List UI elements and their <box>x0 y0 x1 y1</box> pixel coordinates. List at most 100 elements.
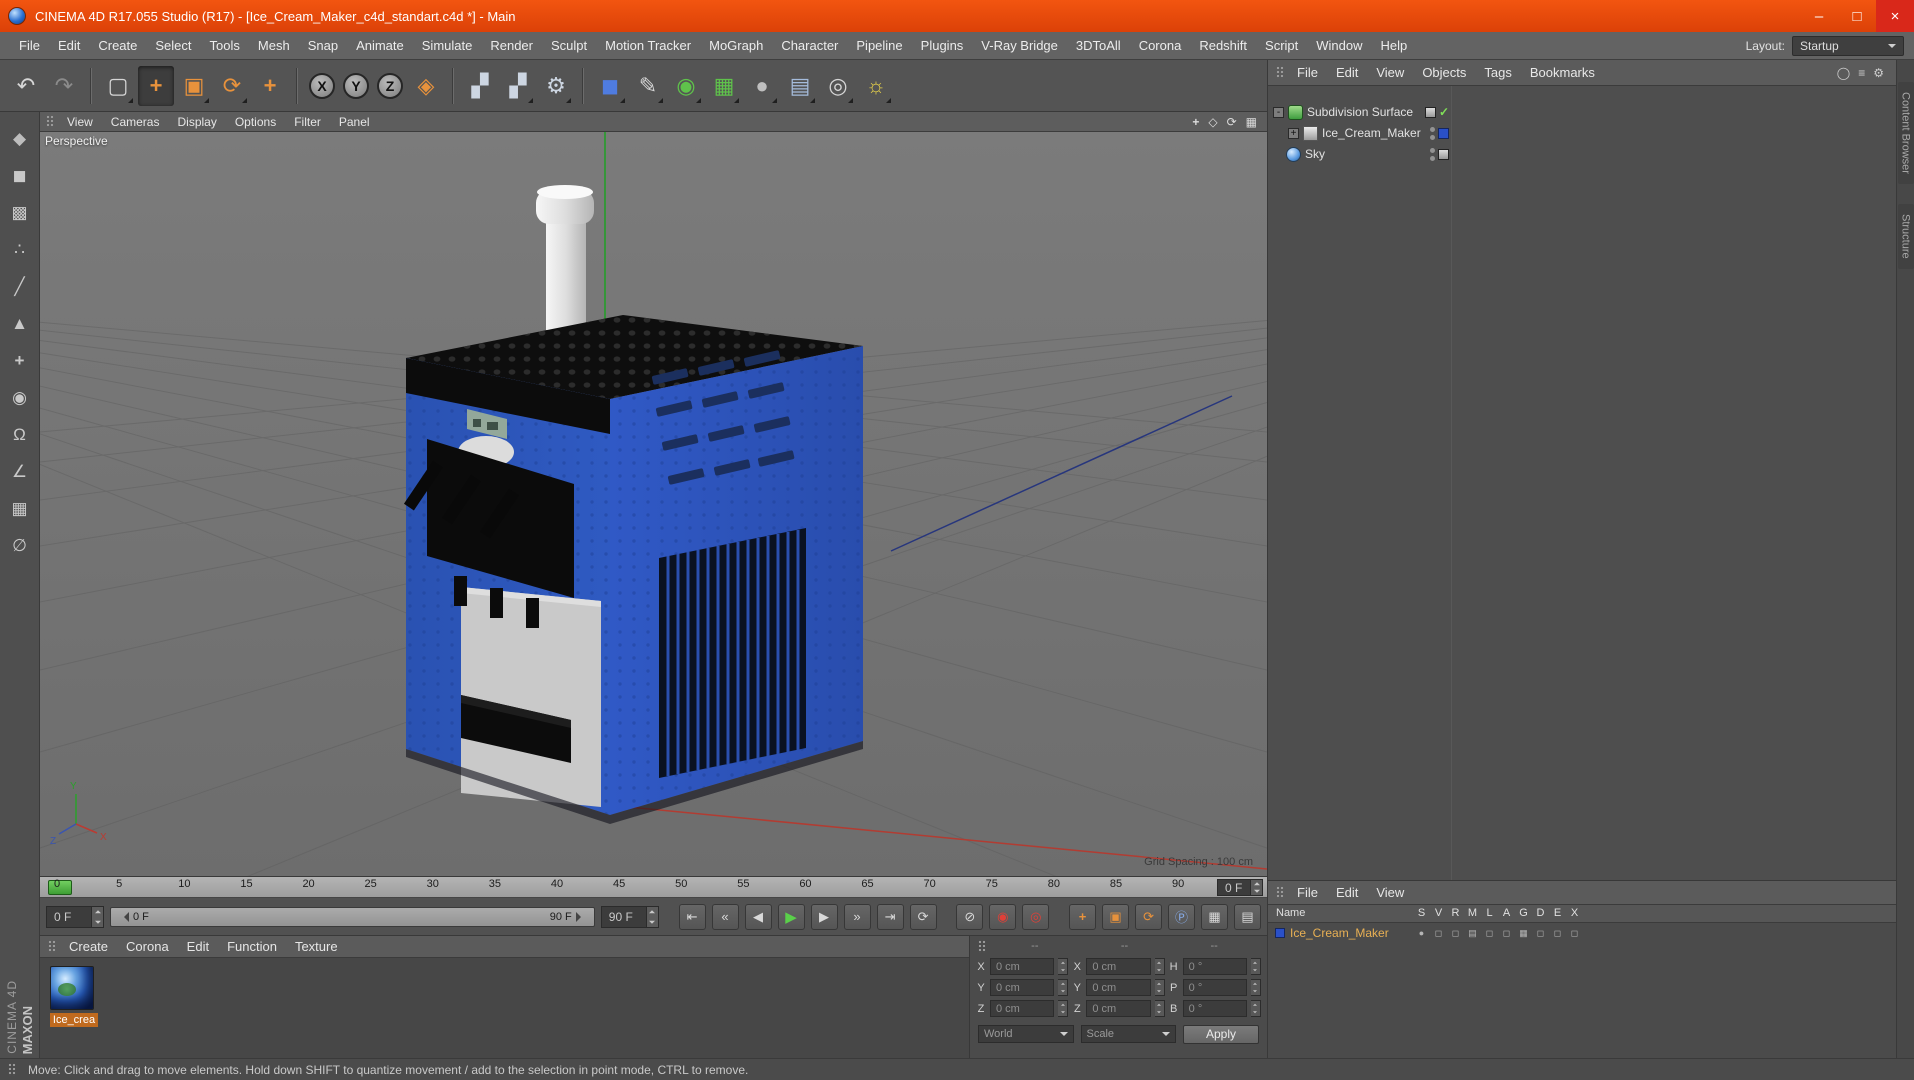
layer-column-header[interactable]: A <box>1498 907 1515 919</box>
material-menu-item[interactable]: Corona <box>117 939 178 954</box>
object-manager-menu-item[interactable]: File <box>1288 65 1327 80</box>
axis-x-button[interactable]: X <box>309 72 335 99</box>
no-solo-button[interactable]: ⊘ <box>956 903 984 930</box>
render-picture-viewer-button[interactable]: ▞ <box>500 66 536 106</box>
layer-toggle-icon[interactable]: ◻ <box>1430 928 1447 939</box>
menu-item[interactable]: Animate <box>347 38 413 53</box>
material-tag-icon[interactable] <box>1438 127 1449 139</box>
menu-item[interactable]: Motion Tracker <box>596 38 700 53</box>
filter-icon[interactable]: ≡ <box>1858 66 1865 80</box>
object-name[interactable]: Sky <box>1305 147 1325 161</box>
layer-column-header[interactable]: D <box>1532 907 1549 919</box>
end-frame-spin[interactable]: 90 F <box>600 905 659 928</box>
minimize-button[interactable]: – <box>1800 0 1838 32</box>
object-manager-menu-item[interactable]: Bookmarks <box>1521 65 1604 80</box>
enabled-check-icon[interactable]: ✓ <box>1439 105 1449 119</box>
menu-item[interactable]: V-Ray Bridge <box>972 38 1067 53</box>
material-menu-item[interactable]: Create <box>60 939 117 954</box>
layer-toggle-icon[interactable]: ▦ <box>1515 928 1532 939</box>
coord-mode-select[interactable]: World <box>978 1025 1074 1043</box>
layer-toggle-icon[interactable]: ▤ <box>1464 928 1481 939</box>
end-frame-value[interactable]: 90 F <box>600 905 647 928</box>
preview-range-slider[interactable]: 0 F 90 F <box>110 906 595 927</box>
menu-item[interactable]: 3DToAll <box>1067 38 1130 53</box>
menu-item[interactable]: Pipeline <box>847 38 911 53</box>
material-menu-item[interactable]: Edit <box>178 939 218 954</box>
material-name-label[interactable]: Ice_crea <box>50 1013 98 1027</box>
material-item[interactable]: Ice_crea <box>50 966 98 1027</box>
goto-start-button[interactable]: ⇤ <box>678 903 706 930</box>
viewport-menu-item[interactable]: Panel <box>330 115 379 129</box>
material-menu-item[interactable]: Function <box>218 939 286 954</box>
coordinate-system-button[interactable]: ◈ <box>408 66 444 106</box>
coordinates-column-header[interactable]: -- <box>1169 940 1259 952</box>
layer-menu-item[interactable]: View <box>1367 885 1413 900</box>
key-pla-button[interactable]: ▦ <box>1201 903 1229 930</box>
deformer-button[interactable]: ● <box>744 66 780 106</box>
layer-column-header[interactable]: M <box>1464 907 1481 919</box>
layer-column-header[interactable]: G <box>1515 907 1532 919</box>
size-x-field[interactable]: 0 cm <box>1086 958 1151 975</box>
coordinates-column-header[interactable]: -- <box>990 940 1080 952</box>
material-menu-item[interactable]: Texture <box>286 939 347 954</box>
layer-toggle-icon[interactable]: ◻ <box>1481 928 1498 939</box>
show-fcurves-button[interactable]: ▤ <box>1234 903 1262 930</box>
grip-handle[interactable] <box>8 1063 16 1076</box>
gear-icon[interactable]: ⚙ <box>1873 66 1884 80</box>
stepper[interactable] <box>1058 979 1069 996</box>
texture-tag-icon[interactable] <box>1438 148 1449 160</box>
ruler-frame-value[interactable]: 0 F <box>1217 879 1251 896</box>
stepper[interactable] <box>92 905 104 928</box>
close-button[interactable]: × <box>1876 0 1914 32</box>
snap-icon[interactable]: Ω <box>6 422 34 448</box>
stepper[interactable] <box>1251 879 1263 896</box>
texture-mode-icon[interactable]: ▩ <box>6 200 34 226</box>
subdivision-surface-button[interactable]: ◉ <box>668 66 704 106</box>
viewport-solo-icon[interactable]: ◉ <box>6 385 34 411</box>
menu-item[interactable]: Tools <box>201 38 249 53</box>
stepper[interactable] <box>646 905 659 928</box>
rotate-tool[interactable]: ⟳ <box>214 66 250 106</box>
stepper[interactable] <box>1058 1000 1069 1017</box>
light-button[interactable]: ☼ <box>858 66 894 106</box>
menu-item[interactable]: Character <box>772 38 847 53</box>
next-frame-button[interactable]: ▶ <box>810 903 838 930</box>
model-mode-icon[interactable]: ◼ <box>6 163 34 189</box>
dock-tab[interactable]: Content Browser <box>1897 82 1914 184</box>
goto-end-button[interactable]: ⇥ <box>876 903 904 930</box>
menu-item[interactable]: Select <box>146 38 200 53</box>
pos-x-field[interactable]: 0 cm <box>990 958 1055 975</box>
menu-item[interactable]: Render <box>481 38 542 53</box>
viewport-camera-label[interactable]: Perspective <box>45 134 108 148</box>
rotate-view-icon[interactable]: ⟳ <box>1227 115 1237 129</box>
layer-toggle-icon[interactable]: ● <box>1413 928 1430 938</box>
next-key-button[interactable]: » <box>843 903 871 930</box>
workplane-icon[interactable]: ▦ <box>6 496 34 522</box>
record-keyframe-button[interactable]: ◉ <box>989 903 1017 930</box>
material-thumbnail[interactable] <box>50 966 94 1010</box>
menu-item[interactable]: Mesh <box>249 38 299 53</box>
range-right-handle-icon[interactable] <box>575 911 586 922</box>
expand-icon[interactable]: + <box>1288 127 1299 139</box>
viewport-menu-item[interactable]: Cameras <box>102 115 169 129</box>
object-manager-menu-item[interactable]: Tags <box>1475 65 1520 80</box>
menu-item[interactable]: Edit <box>49 38 89 53</box>
layer-menu-item[interactable]: Edit <box>1327 885 1367 900</box>
stepper[interactable] <box>1250 1000 1261 1017</box>
object-manager-menu-item[interactable]: Edit <box>1327 65 1367 80</box>
layer-column-header[interactable]: R <box>1447 907 1464 919</box>
layer-toggle-icon[interactable]: ◻ <box>1498 928 1515 939</box>
stepper[interactable] <box>1154 1000 1165 1017</box>
axis-z-button[interactable]: Z <box>377 72 403 99</box>
viewport-menu-item[interactable]: View <box>58 115 102 129</box>
autokey-button[interactable]: ◎ <box>1022 903 1050 930</box>
viewport-menu-item[interactable]: Filter <box>285 115 330 129</box>
menu-item[interactable]: Script <box>1256 38 1307 53</box>
collapse-icon[interactable]: - <box>1273 106 1284 118</box>
rot-b-field[interactable]: 0 ° <box>1182 1000 1247 1017</box>
layer-column-header[interactable]: E <box>1549 907 1566 919</box>
object-manager-menu-item[interactable]: View <box>1367 65 1413 80</box>
menu-item[interactable]: Redshift <box>1190 38 1256 53</box>
size-y-field[interactable]: 0 cm <box>1086 979 1151 996</box>
move-tool[interactable]: + <box>138 65 174 106</box>
